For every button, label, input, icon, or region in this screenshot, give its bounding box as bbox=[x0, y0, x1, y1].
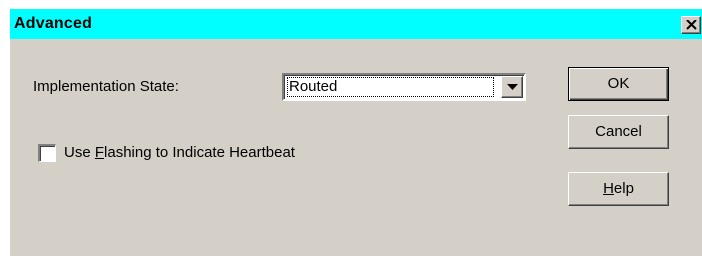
ok-button[interactable]: OK bbox=[568, 67, 669, 101]
close-button[interactable] bbox=[681, 16, 701, 34]
heartbeat-checkbox-label[interactable]: Use Flashing to Indicate Heartbeat bbox=[64, 144, 295, 161]
help-button[interactable]: Help bbox=[568, 172, 669, 206]
implementation-state-label: Implementation State: bbox=[33, 78, 179, 95]
cancel-button-label: Cancel bbox=[595, 123, 642, 140]
close-icon bbox=[686, 20, 697, 30]
implementation-state-value: Routed bbox=[287, 77, 494, 97]
dialog-title: Advanced bbox=[14, 15, 93, 32]
cancel-button[interactable]: Cancel bbox=[568, 115, 669, 149]
help-label-mnemonic: H bbox=[603, 180, 614, 197]
heartbeat-checkbox[interactable] bbox=[38, 144, 56, 162]
dropdown-arrow-button[interactable] bbox=[501, 76, 523, 98]
heartbeat-label-suffix: lashing to Indicate Heartbeat bbox=[104, 144, 295, 161]
title-bar[interactable]: Advanced bbox=[10, 9, 702, 39]
heartbeat-label-prefix: Use bbox=[64, 144, 95, 161]
implementation-state-dropdown[interactable]: Routed bbox=[282, 73, 526, 101]
help-label-suffix: elp bbox=[613, 180, 634, 197]
heartbeat-label-mnemonic: F bbox=[94, 144, 105, 161]
ok-button-label: OK bbox=[607, 75, 630, 92]
help-button-label: Help bbox=[603, 180, 634, 197]
chevron-down-icon bbox=[507, 84, 518, 90]
advanced-dialog: Advanced Implementation State: Routed Us… bbox=[9, 8, 702, 256]
